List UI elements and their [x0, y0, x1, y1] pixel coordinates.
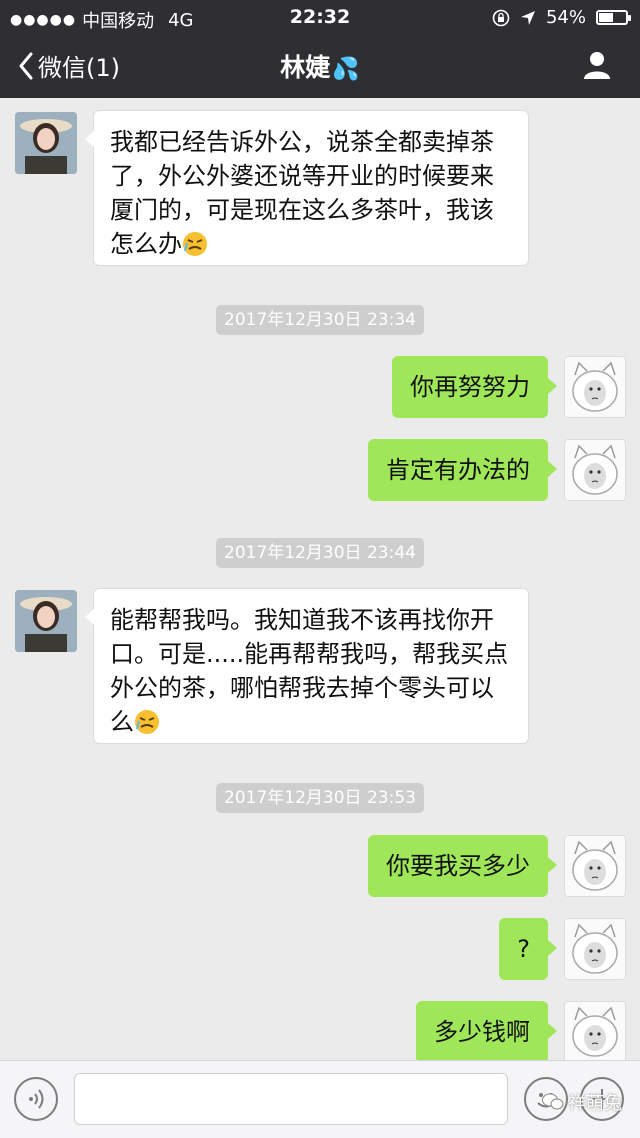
timestamp: 2017年12月30日 23:44	[216, 538, 424, 568]
crying-emoji-icon	[134, 709, 160, 735]
status-right: 54%	[492, 7, 631, 28]
profile-button[interactable]	[582, 50, 612, 84]
contact-avatar[interactable]	[15, 590, 77, 652]
contact-name: 林婕	[280, 53, 331, 82]
nav-bar: 微信(1) 林婕💦	[0, 34, 640, 98]
message-text: 多少钱啊	[434, 1018, 530, 1046]
timestamp: 2017年12月30日 23:53	[216, 783, 424, 813]
message-bubble-sent[interactable]: ?	[499, 918, 557, 980]
sweat-droplets-icon: 💦	[332, 57, 360, 82]
message-text: ?	[517, 935, 530, 963]
message-text: 能帮帮我吗。我知道我不该再找你开口。可是.....能再帮帮我吗，帮我买点外公的茶…	[110, 606, 509, 736]
message-bubble-sent[interactable]: 多少钱啊	[416, 1001, 557, 1060]
voice-icon	[29, 1089, 44, 1109]
message-bubble-received[interactable]: 我都已经告诉外公，说茶全都卖掉茶了，外公外婆还说等开业的时候要来厦门的，可是现在…	[85, 110, 529, 266]
message-text: 我都已经告诉外公，说茶全都卖掉茶了，外公外婆还说等开业的时候要来厦门的，可是现在…	[110, 128, 494, 258]
chat-area[interactable]: 我都已经告诉外公，说茶全都卖掉茶了，外公外婆还说等开业的时候要来厦门的，可是现在…	[0, 98, 640, 1060]
watermark-text: 祥萌兔	[568, 1093, 622, 1114]
person-icon	[584, 52, 610, 79]
message-text: 你再努努力	[410, 373, 530, 401]
message-bubble-received[interactable]: 能帮帮我吗。我知道我不该再找你开口。可是.....能再帮帮我吗，帮我买点外公的茶…	[85, 588, 529, 744]
battery-icon	[596, 10, 631, 25]
battery-percent: 54%	[545, 7, 586, 28]
watermark: 祥萌兔	[542, 1089, 622, 1115]
voice-button[interactable]	[14, 1077, 58, 1121]
timestamp: 2017年12月30日 23:34	[216, 305, 424, 335]
top-bar: ●●●●● 中国移动 4G 22:32 54% 微信(1) 林婕💦	[0, 0, 640, 98]
message-bubble-sent[interactable]: 你要我买多少	[368, 835, 557, 897]
location-icon	[520, 10, 535, 25]
message-bubble-sent[interactable]: 你再努努力	[392, 356, 557, 418]
crying-emoji-icon	[182, 231, 208, 257]
message-input[interactable]	[74, 1073, 508, 1125]
rotation-lock-icon	[492, 9, 510, 26]
battery-fill	[599, 13, 614, 22]
message-bubble-sent[interactable]: 肯定有办法的	[368, 439, 557, 501]
message-text: 肯定有办法的	[386, 456, 530, 484]
my-avatar[interactable]	[564, 835, 626, 897]
message-text: 你要我买多少	[386, 852, 530, 880]
input-bar: 祥萌兔	[0, 1060, 640, 1138]
wechat-logo-icon	[542, 1093, 564, 1110]
status-bar: ●●●●● 中国移动 4G 22:32 54%	[0, 0, 640, 34]
my-avatar[interactable]	[564, 439, 626, 501]
my-avatar[interactable]	[564, 356, 626, 418]
chat-title: 林婕💦	[0, 48, 640, 84]
contact-avatar[interactable]	[15, 112, 77, 174]
my-avatar[interactable]	[564, 1001, 626, 1060]
my-avatar[interactable]	[564, 918, 626, 980]
